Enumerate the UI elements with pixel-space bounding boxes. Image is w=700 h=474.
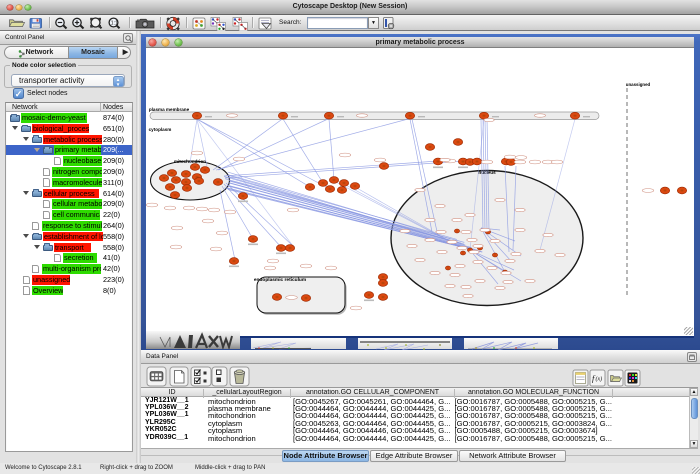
- svg-text:1:1: 1:1: [111, 21, 118, 27]
- svg-text:nucleus: nucleus: [478, 170, 496, 175]
- svg-text:(x): (x): [596, 376, 603, 383]
- svg-text:unassigned: unassigned: [626, 82, 651, 87]
- svg-text:endoplasmic reticulum: endoplasmic reticulum: [254, 277, 306, 283]
- svg-text:cytoplasm: cytoplasm: [149, 127, 172, 132]
- svg-text:plasma membrane: plasma membrane: [149, 107, 190, 112]
